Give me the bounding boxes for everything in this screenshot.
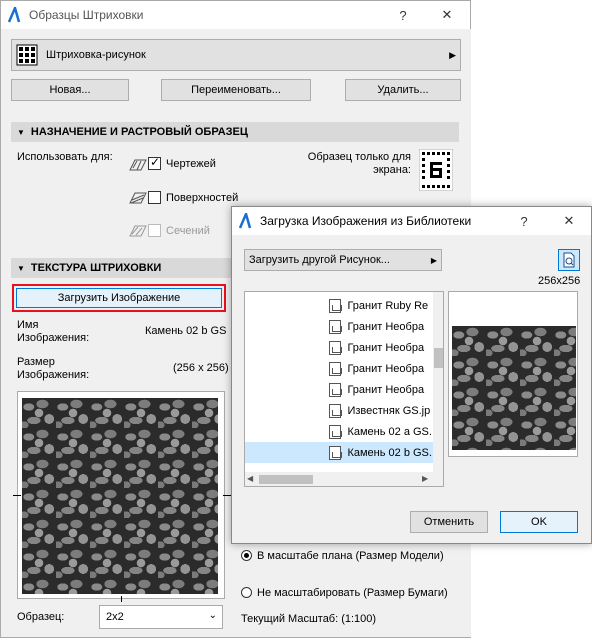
preview-size-label: 256x256 bbox=[538, 275, 581, 287]
file-name: Известняк GS.jp bbox=[347, 404, 431, 417]
dialog-preview-image bbox=[452, 326, 576, 450]
chevron-right-icon: ▶ bbox=[449, 49, 456, 60]
section-assignment-title: НАЗНАЧЕНИЕ И РАСТРОВЫЙ ОБРАЗЕЦ bbox=[30, 126, 248, 138]
load-other-label: Загрузить другой Рисунок... bbox=[249, 254, 390, 266]
image-file-icon bbox=[329, 319, 343, 334]
section-assignment[interactable]: ▼ НАЗНАЧЕНИЕ И РАСТРОВЫЙ ОБРАЗЕЦ bbox=[11, 122, 459, 142]
scale-model-label: В масштабе плана (Размер Модели) bbox=[257, 550, 444, 562]
load-other-button[interactable]: Загрузить другой Рисунок... ▶ bbox=[244, 249, 442, 271]
preview-marker-right bbox=[223, 495, 231, 496]
horizontal-scrollbar[interactable]: ◀ ▶ bbox=[245, 472, 443, 486]
archicad-logo-icon bbox=[7, 7, 21, 23]
ok-button[interactable]: OK bbox=[500, 511, 578, 533]
pattern-selector-label: Штриховка-рисунок bbox=[46, 49, 146, 61]
rename-button[interactable]: Переименовать... bbox=[161, 79, 311, 101]
dialog-preview-frame bbox=[448, 291, 578, 457]
texture-preview-image bbox=[22, 398, 218, 594]
use-sections-checkbox[interactable] bbox=[148, 224, 161, 237]
drawing-hatch-icon bbox=[129, 159, 147, 171]
file-name: Гранит Необра bbox=[347, 320, 425, 333]
use-drawings-checkbox[interactable]: ✓ bbox=[148, 155, 161, 170]
main-close-button[interactable]: ✕ bbox=[433, 1, 461, 29]
vertical-scroll-thumb[interactable] bbox=[434, 348, 443, 368]
file-name: Гранит Ruby Re bbox=[347, 299, 429, 312]
image-file-icon bbox=[329, 424, 343, 439]
chevron-right-icon: ▶ bbox=[430, 255, 437, 265]
main-titlebar[interactable]: Образцы Штриховки ? ✕ bbox=[1, 1, 470, 29]
section-hatch-icon bbox=[129, 225, 147, 237]
image-file-icon bbox=[329, 403, 343, 418]
image-file-icon bbox=[329, 445, 343, 460]
chevron-down-icon: ⌄ bbox=[208, 610, 217, 621]
screen-only-label: Образец только для экрана: bbox=[307, 151, 411, 176]
preview-toggle-icon[interactable] bbox=[558, 249, 580, 271]
file-name: Гранит Необра bbox=[347, 362, 425, 375]
main-help-button[interactable]: ? bbox=[389, 1, 417, 29]
main-window-title: Образцы Штриховки bbox=[29, 8, 144, 22]
texture-preview-frame bbox=[13, 391, 231, 602]
surface-hatch-icon bbox=[129, 192, 147, 204]
use-surfaces-checkbox[interactable] bbox=[148, 191, 161, 204]
scroll-right-icon[interactable]: ▶ bbox=[422, 474, 428, 483]
vertical-scrollbar[interactable] bbox=[433, 292, 443, 472]
load-image-dialog: Загрузка Изображения из Библиотеки ? ✕ З… bbox=[231, 206, 592, 544]
dialog-title: Загрузка Изображения из Библиотеки bbox=[260, 214, 472, 228]
pattern-selector[interactable]: Штриховка-рисунок ▶ bbox=[11, 39, 461, 71]
image-name-label: Имя Изображения: bbox=[17, 319, 90, 344]
preview-marker-bottom bbox=[121, 596, 122, 602]
file-list-item[interactable]: Гранит Необра bbox=[245, 316, 433, 337]
section-texture[interactable]: ▼ ТЕКСТУРА ШТРИХОВКИ bbox=[11, 258, 231, 278]
image-file-icon bbox=[329, 361, 343, 376]
file-name: Камень 02 a GS. bbox=[347, 425, 432, 438]
delete-button[interactable]: Удалить... bbox=[345, 79, 461, 101]
file-list-item[interactable]: Гранит Необра bbox=[245, 379, 433, 400]
archicad-logo-icon bbox=[238, 213, 252, 229]
dialog-close-button[interactable]: ✕ bbox=[555, 207, 583, 235]
scale-paper-radio[interactable] bbox=[241, 587, 252, 598]
sample-label: Образец: bbox=[17, 611, 65, 623]
use-sections-label: Сечений bbox=[166, 225, 210, 237]
cancel-button[interactable]: Отменить bbox=[410, 511, 488, 533]
dialog-titlebar[interactable]: Загрузка Изображения из Библиотеки ? ✕ bbox=[232, 207, 591, 235]
image-file-icon bbox=[329, 298, 343, 313]
file-list-item[interactable]: Гранит Ruby Re bbox=[245, 295, 433, 316]
sample-dropdown[interactable]: 2x2 ⌄ bbox=[99, 605, 223, 629]
load-image-button[interactable]: Загрузить Изображение bbox=[16, 288, 222, 308]
sample-dropdown-value: 2x2 bbox=[106, 611, 124, 623]
image-file-icon bbox=[329, 382, 343, 397]
file-name: Гранит Необра bbox=[347, 341, 425, 354]
collapse-triangle-icon: ▼ bbox=[17, 263, 25, 273]
current-scale-label: Текущий Масштаб: (1:100) bbox=[241, 613, 377, 625]
file-list-item[interactable]: Гранит Необра bbox=[245, 358, 433, 379]
dialog-help-button[interactable]: ? bbox=[510, 207, 538, 235]
pattern-icon bbox=[16, 44, 38, 66]
use-drawings-label: Чертежей bbox=[166, 158, 216, 170]
use-for-label: Использовать для: bbox=[17, 151, 113, 163]
file-list[interactable]: Гранит Ruby Re Гранит Необра Гранит Необра… bbox=[244, 291, 444, 487]
image-size-value: (256 x 256) bbox=[173, 362, 229, 374]
image-size-label: Размер Изображения: bbox=[17, 356, 90, 381]
preview-marker-left bbox=[13, 495, 21, 496]
scale-model-radio[interactable] bbox=[241, 550, 252, 561]
image-name-value: Камень 02 b GS bbox=[145, 325, 227, 337]
checkmark-icon: ✓ bbox=[150, 155, 161, 169]
horizontal-scroll-thumb[interactable] bbox=[259, 475, 313, 484]
section-texture-title: ТЕКСТУРА ШТРИХОВКИ bbox=[30, 262, 162, 274]
file-list-rows: Гранит Ruby Re Гранит Необра Гранит Необра… bbox=[245, 292, 433, 472]
scroll-left-icon[interactable]: ◀ bbox=[247, 474, 253, 483]
scale-paper-label: Не масштабировать (Размер Бумаги) bbox=[257, 587, 448, 599]
file-name: Гранит Необра bbox=[347, 383, 425, 396]
file-list-item[interactable]: Гранит Необра bbox=[245, 337, 433, 358]
file-name: Камень 02 b GS. bbox=[347, 446, 432, 459]
file-list-item[interactable]: Камень 02 b GS. bbox=[245, 442, 433, 463]
file-list-item[interactable]: Камень 02 a GS. bbox=[245, 421, 433, 442]
new-button[interactable]: Новая... bbox=[11, 79, 129, 101]
file-list-item[interactable]: Известняк GS.jp bbox=[245, 400, 433, 421]
use-surfaces-label: Поверхностей bbox=[166, 192, 239, 204]
image-file-icon bbox=[329, 340, 343, 355]
screen-pattern-icon[interactable] bbox=[419, 149, 453, 191]
collapse-triangle-icon: ▼ bbox=[17, 127, 25, 137]
